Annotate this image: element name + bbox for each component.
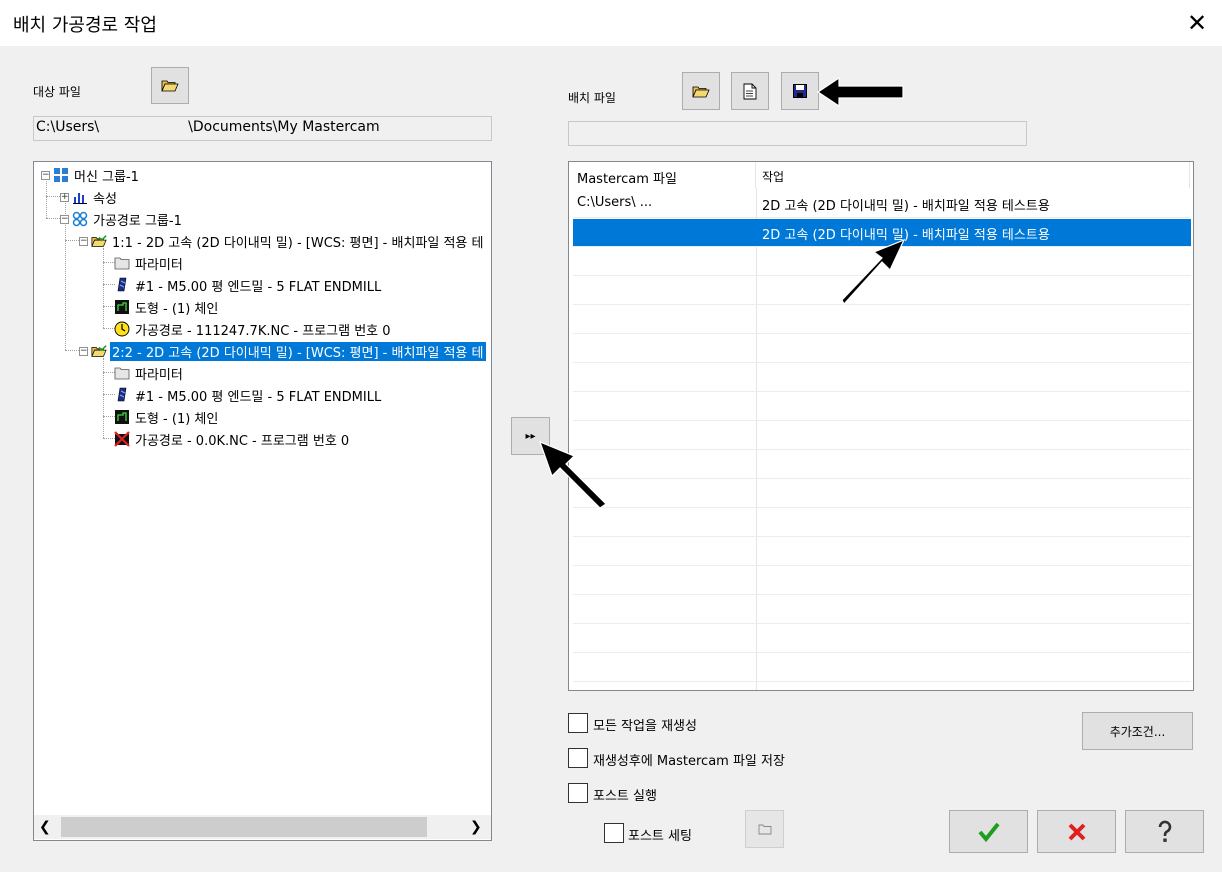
- geometry-icon: [114, 299, 130, 315]
- row-operation: 2D 고속 (2D 다이내믹 밀) - 배치파일 적용 테스트용: [762, 199, 1050, 214]
- folder-icon: [758, 824, 771, 834]
- checkmark-icon: [977, 822, 1000, 842]
- window-title: 배치 가공경로 작업: [13, 15, 157, 36]
- open-batch-button[interactable]: [682, 72, 720, 110]
- open-source-button[interactable]: [151, 67, 189, 104]
- operation-tree[interactable]: − 머신 그룹-1 + 속성 − 가공경로 그룹-1 − 1:1 - 2D 고속…: [33, 161, 492, 841]
- post-settings-folder-button[interactable]: [745, 810, 784, 848]
- tree-machine-group[interactable]: − 머신 그룹-1: [41, 165, 141, 185]
- tree-toolpath-group[interactable]: − 가공경로 그룹-1: [60, 209, 184, 229]
- source-path-field[interactable]: C:\Users\ \Documents\My Mastercam: [33, 116, 492, 141]
- scroll-thumb[interactable]: [61, 817, 427, 837]
- save-batch-button[interactable]: [781, 72, 819, 110]
- endmill-icon: [114, 387, 130, 403]
- row-file: C:\Users\ ...: [577, 195, 653, 210]
- title-bar: [0, 0, 1222, 46]
- tree-op1-geometry[interactable]: 도형 - (1) 체인: [114, 297, 220, 317]
- geometry-icon: [114, 409, 130, 425]
- table-row[interactable]: C:\Users\ ... 2D 고속 (2D 다이내믹 밀) - 배치파일 적…: [573, 190, 1191, 218]
- column-header-operation[interactable]: 작업: [762, 168, 784, 185]
- run-post-label: 포스트 실행: [593, 789, 657, 804]
- new-batch-button[interactable]: [731, 72, 769, 110]
- extra-conditions-button[interactable]: 추가조건...: [1082, 712, 1193, 750]
- collapse-icon[interactable]: −: [60, 214, 69, 224]
- tree-op2-tool[interactable]: #1 - M5.00 평 엔드밀 - 5 FLAT ENDMILL: [114, 385, 383, 405]
- batch-path-field[interactable]: [568, 121, 1027, 146]
- help-button[interactable]: [1125, 810, 1204, 853]
- help-question-icon: [1158, 820, 1171, 842]
- tree-op1-toolpath[interactable]: 가공경로 - 111247.7K.NC - 프로그램 번호 0: [114, 319, 393, 339]
- new-document-icon: [743, 83, 757, 99]
- tree-op1-params[interactable]: 파라미터: [114, 253, 185, 273]
- properties-icon: [72, 189, 88, 205]
- run-post-checkbox[interactable]: [568, 783, 588, 803]
- tree-operation-1[interactable]: − 1:1 - 2D 고속 (2D 다이내믹 밀) - [WCS: 평면] - …: [79, 231, 486, 251]
- params-folder-icon: [114, 255, 130, 271]
- endmill-icon: [114, 277, 130, 293]
- cancel-x-icon: [1068, 823, 1085, 840]
- tree-horizontal-scrollbar[interactable]: ❮ ❯: [34, 815, 491, 839]
- cancel-button[interactable]: [1037, 810, 1116, 853]
- tree-op1-tool[interactable]: #1 - M5.00 평 엔드밀 - 5 FLAT ENDMILL: [114, 275, 383, 295]
- ok-button[interactable]: [949, 810, 1028, 853]
- save-after-regen-checkbox[interactable]: [568, 748, 588, 768]
- post-settings-label: 포스트 세팅: [628, 829, 692, 844]
- regen-all-checkbox[interactable]: [568, 713, 588, 733]
- annotation-arrow-save: [816, 76, 904, 108]
- save-after-regen-label: 재생성후에 Mastercam 파일 저장: [593, 754, 785, 769]
- tree-op2-geometry[interactable]: 도형 - (1) 체인: [114, 407, 220, 427]
- operation-folder-icon: [91, 233, 107, 249]
- batch-file-label: 배치 파일: [568, 91, 616, 105]
- collapse-icon[interactable]: −: [79, 346, 88, 356]
- tree-op2-params[interactable]: 파라미터: [114, 363, 185, 383]
- toolpath-clock-icon: [114, 321, 130, 337]
- annotation-arrow-list: [841, 238, 906, 306]
- collapse-icon[interactable]: −: [79, 236, 88, 246]
- post-settings-checkbox[interactable]: [604, 823, 624, 843]
- toolpath-dirty-icon: [114, 431, 130, 447]
- folder-open-icon: [692, 86, 710, 97]
- tree-properties[interactable]: + 속성: [60, 187, 119, 207]
- operation-folder-icon: [91, 343, 107, 359]
- scroll-left-icon[interactable]: ❮: [39, 819, 51, 835]
- params-folder-icon: [114, 365, 130, 381]
- folder-open-icon: [161, 80, 179, 92]
- column-header-file[interactable]: Mastercam 파일: [577, 168, 677, 187]
- close-icon[interactable]: ✕: [1182, 8, 1212, 38]
- toolpath-group-icon: [72, 211, 88, 227]
- machine-group-icon: [53, 167, 69, 183]
- annotation-arrow-transfer: [538, 440, 607, 509]
- collapse-icon[interactable]: −: [41, 170, 50, 180]
- save-disk-icon: [793, 84, 807, 98]
- regen-all-label: 모든 작업을 재생성: [593, 719, 697, 734]
- tree-op2-toolpath[interactable]: 가공경로 - 0.0K.NC - 프로그램 번호 0: [114, 429, 351, 449]
- source-file-label: 대상 파일: [33, 85, 81, 99]
- tree-operation-2[interactable]: − 2:2 - 2D 고속 (2D 다이내믹 밀) - [WCS: 평면] - …: [79, 341, 486, 361]
- expand-icon[interactable]: +: [60, 192, 69, 202]
- scroll-right-icon[interactable]: ❯: [470, 819, 482, 835]
